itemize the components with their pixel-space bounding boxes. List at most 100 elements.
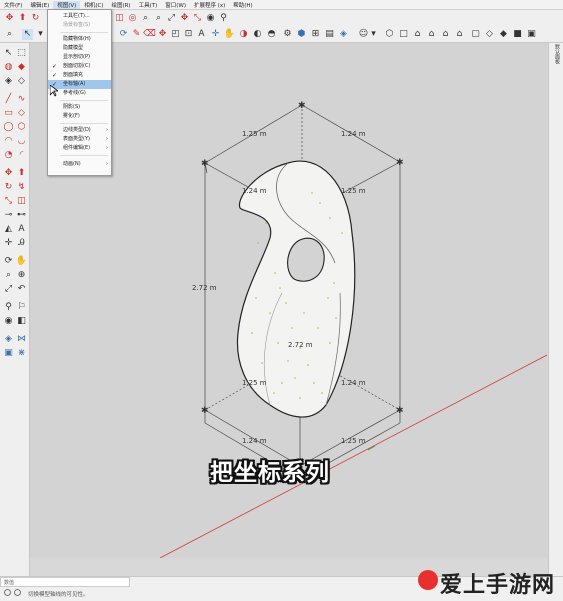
layout-icon[interactable]: ▤ [324,29,335,40]
eraser-icon[interactable]: ⌫ [143,29,156,40]
3d-text-icon[interactable]: Ꭿ [16,238,27,249]
orbit-left-icon[interactable]: ⟳ [3,256,14,267]
menu-item-edge-style[interactable]: 边线类型(D) › [48,126,111,135]
user-chevron-icon[interactable]: ▾ [368,29,379,40]
settings-icon[interactable]: ⚙ [282,29,293,40]
eraser-tool-icon[interactable]: ◆ [16,62,27,73]
hidden-line-icon[interactable]: ◆ [498,29,509,40]
position-camera-left-icon[interactable]: ⚲ [3,302,14,313]
walk2-icon[interactable]: ◑ [238,29,249,40]
textured-icon[interactable]: ▣ [526,29,537,40]
scale-left-icon[interactable]: ⤡ [3,196,14,207]
menu-item-hidden-model[interactable]: 隐藏模型 [48,44,111,53]
look-icon[interactable]: ◐ [252,29,263,40]
menu-item-animation[interactable]: 动画(N) › [48,160,111,169]
component-icon[interactable]: ⬚ [16,48,27,59]
offset-left-icon[interactable]: ◫ [16,196,27,207]
default-tray-tab[interactable]: 默认面板 [551,44,561,64]
menu-file[interactable]: 文件(F) [0,1,26,9]
rotate-left-icon[interactable]: ↻ [3,182,14,193]
back-view-icon[interactable]: ⌂ [440,29,451,40]
menu-item-section-planes[interactable]: 显示剖切(P) [48,53,111,62]
menu-window[interactable]: 窗口(W) [161,1,190,9]
circle-icon[interactable]: ◯ [3,122,14,133]
zoom-left-icon[interactable]: ⌕ [3,270,14,281]
line-icon[interactable]: ╱ [3,94,14,105]
zoom-extents-icon[interactable]: ⤢ [166,13,177,24]
section-plane-icon[interactable]: ◧ [16,316,27,327]
chevron-down-icon[interactable]: ▾ [35,29,46,40]
menu-extensions[interactable]: 扩展程序 (x) [190,1,229,9]
dimension-icon[interactable]: ⊷ [16,210,27,221]
text-left-icon[interactable]: A [16,224,27,235]
arc2-icon[interactable]: ◡ [16,136,27,147]
menu-item-toolbars[interactable]: 工具栏(T)... [48,12,111,21]
info-icon[interactable] [14,589,21,596]
zoom-window-icon[interactable]: ⌕ [153,13,164,24]
menu-view[interactable]: 视图(V) [53,0,81,9]
outliner-icon[interactable]: ◇ [16,76,27,87]
push-pull-left-icon[interactable]: ⬆ [16,168,27,179]
move-left-icon[interactable]: ✥ [3,168,14,179]
warehouse-icon[interactable]: ⬢ [296,29,307,40]
menu-item-face-style[interactable]: 表面类型(Y) › [48,135,111,144]
left-view-icon[interactable]: ⌂ [454,29,465,40]
axes-left-icon[interactable]: ✛ [3,238,14,249]
rotate-icon[interactable]: ↻ [30,13,41,24]
pan-icon[interactable]: ✋ [224,29,235,40]
text-icon[interactable]: A [196,29,207,40]
move2-icon[interactable]: ✥ [157,29,168,40]
menu-draw[interactable]: 绘图(R) [107,1,134,9]
paint-icon[interactable]: ✎ [131,29,142,40]
menu-help[interactable]: 帮助(H) [229,1,256,9]
menu-item-hidden-objects[interactable]: 隐藏物体(H) [48,35,111,44]
orbit-icon[interactable]: ⟳ [118,29,129,40]
move-tool-icon[interactable]: ✥ [179,13,190,24]
menu-item-scene-tabs[interactable]: 场景标签(S) [48,21,111,30]
select-icon[interactable]: ↖ [22,29,33,40]
paint-bucket-icon[interactable]: ◍ [3,62,14,73]
arc-icon[interactable]: ◠ [3,136,14,147]
menu-item-section-cuts[interactable]: ✓ 剖面切割(C) [48,62,111,71]
protractor-icon[interactable]: ◭ [3,224,14,235]
stamp-icon[interactable]: ▣ [3,348,14,359]
offset-icon[interactable]: ◫ [114,13,125,24]
tape-left-icon[interactable]: ⊸ [3,210,14,221]
select-tool-icon[interactable]: ↖ [3,48,14,59]
freehand-icon[interactable]: ∿ [16,94,27,105]
menu-item-component-edit[interactable]: 组件编辑(E) › [48,144,111,153]
tape2-icon[interactable]: ⊡ [183,29,194,40]
position-camera-icon[interactable]: ◓ [266,29,277,40]
menu-edit[interactable]: 编辑(E) [26,1,53,9]
zoom-icon[interactable]: ⌕ [140,13,151,24]
section-icon[interactable]: ◰ [170,29,181,40]
top-view-icon[interactable]: □ [398,29,409,40]
menu-camera[interactable]: 相机(C) [80,1,107,9]
look-around-icon[interactable]: ◉ [3,316,14,327]
xray-icon[interactable]: ▢ [470,29,481,40]
menu-item-fog[interactable]: 雾化(F) [48,112,111,121]
search-icon[interactable]: ⌕ [4,29,15,40]
measurements-field[interactable]: 数值 [0,577,130,587]
rotated-rect-icon[interactable]: ◇ [16,108,27,119]
shaded-icon[interactable]: ■ [512,29,523,40]
tape-icon[interactable]: ◎ [127,13,138,24]
polygon-icon[interactable]: ⬡ [16,122,27,133]
style-icon[interactable]: ◈ [338,29,349,40]
pie-icon[interactable]: ◔ [3,150,14,161]
pan-left-icon[interactable]: ✋ [16,256,27,267]
move-icon[interactable]: ✥ [4,13,15,24]
menu-item-section-fill[interactable]: ✓ 剖面填充 [48,71,111,80]
wireframe-icon[interactable]: ◇ [484,29,495,40]
menu-item-shadows[interactable]: 阴影(S) [48,103,111,112]
follow-me-icon[interactable]: ↯ [16,182,27,193]
previous-icon[interactable]: ↶ [16,284,27,295]
arc3-icon[interactable]: ◜ [16,150,27,161]
menu-tools[interactable]: 工具(T) [135,1,162,9]
rectangle-icon[interactable]: ▭ [3,108,14,119]
sandbox2-icon[interactable]: ⋈ [16,334,27,345]
extension-icon[interactable]: ⊞ [310,29,321,40]
scale-icon[interactable]: ⤡ [192,13,203,24]
walk-icon[interactable]: ⚲ [218,13,229,24]
drape-icon[interactable]: ⋇ [16,348,27,359]
